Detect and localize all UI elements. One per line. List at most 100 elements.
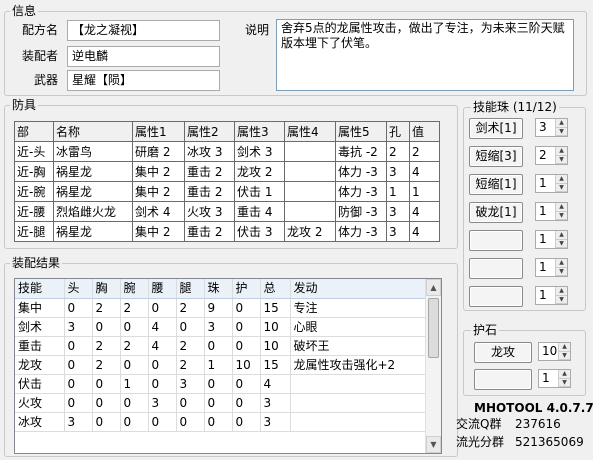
result-col-waist[interactable]: 腰: [148, 279, 177, 299]
table-row[interactable]: 近-胸 祸星龙 集中 2 重击 2 龙攻 2 体力 -3 3 4: [14, 161, 440, 182]
spin-down-icon[interactable]: ▼: [556, 183, 567, 192]
cell: 0: [232, 317, 261, 337]
spin-down-icon[interactable]: ▼: [556, 211, 567, 220]
spin-up-icon[interactable]: ▲: [559, 343, 570, 352]
armor-col-attr2[interactable]: 属性2: [184, 121, 235, 142]
spin-down-icon[interactable]: ▼: [556, 295, 567, 304]
talisman-count-stepper-2[interactable]: 1 ▲ ▼: [538, 369, 571, 388]
table-row[interactable]: 近-腕 祸星龙 集中 2 重击 2 伏击 1 体力 -3 1 1: [14, 181, 440, 202]
jewel-button-4[interactable]: 破龙[1]: [469, 202, 523, 223]
spin-up-icon[interactable]: ▲: [559, 370, 570, 379]
jewel-count-stepper-4[interactable]: 1 ▲ ▼: [535, 202, 568, 221]
description-textarea[interactable]: 舍弃5点的龙属性攻击，做出了专注，为未来三阶天赋版本埋下了伏笔。: [276, 19, 574, 91]
jewel-count-stepper-6[interactable]: 1 ▲ ▼: [535, 258, 568, 277]
jewel-count-stepper-3[interactable]: 1 ▲ ▼: [535, 174, 568, 193]
spin-up-icon[interactable]: ▲: [556, 287, 567, 296]
spin-up-icon[interactable]: ▲: [556, 147, 567, 156]
cell: 3: [260, 393, 291, 413]
spinner-arrows[interactable]: ▲ ▼: [555, 147, 567, 164]
armor-col-attr5[interactable]: 属性5: [335, 121, 387, 142]
list-item[interactable]: 重击 0 2 2 4 2 0 0 10 破坏王: [15, 336, 428, 356]
result-scrollbar[interactable]: ▲ ▼: [425, 279, 441, 453]
spin-down-icon[interactable]: ▼: [556, 239, 567, 248]
talisman-button-2[interactable]: [474, 369, 532, 390]
result-col-legs[interactable]: 腿: [176, 279, 205, 299]
spin-up-icon[interactable]: ▲: [556, 259, 567, 268]
spin-down-icon[interactable]: ▼: [559, 378, 570, 387]
jewel-button-3[interactable]: 短缩[1]: [469, 174, 523, 195]
result-col-jewel[interactable]: 珠: [204, 279, 233, 299]
result-col-head[interactable]: 头: [64, 279, 93, 299]
list-item[interactable]: 冰攻 3 0 0 0 0 0 0 3: [15, 412, 428, 432]
armor-col-slots[interactable]: 孔: [386, 121, 410, 142]
weapon-field[interactable]: 星耀【陨】: [67, 70, 220, 91]
list-item[interactable]: 龙攻 0 2 0 0 2 1 10 15 龙属性攻击强化+2: [15, 355, 428, 375]
cell: 0: [120, 412, 149, 432]
talisman-button-1[interactable]: 龙攻: [474, 342, 532, 363]
result-col-activation[interactable]: 发动: [290, 279, 428, 299]
cell: [284, 141, 336, 162]
spinner-arrows[interactable]: ▲ ▼: [555, 287, 567, 304]
result-col-chest[interactable]: 胸: [92, 279, 121, 299]
spinner-arrows[interactable]: ▲ ▼: [558, 370, 570, 387]
scroll-up-icon[interactable]: ▲: [426, 279, 441, 296]
list-item[interactable]: 伏击 0 0 1 0 3 0 0 4: [15, 374, 428, 394]
result-col-talisman[interactable]: 护: [232, 279, 261, 299]
cell: 0: [176, 412, 205, 432]
spinner-arrows[interactable]: ▲ ▼: [555, 175, 567, 192]
list-item[interactable]: 剑术 3 0 0 4 0 3 0 10 心眼: [15, 317, 428, 337]
result-col-skill[interactable]: 技能: [15, 279, 65, 299]
spin-up-icon[interactable]: ▲: [556, 119, 567, 128]
cell: 9: [204, 298, 233, 318]
jewel-button-2[interactable]: 短缩[3]: [469, 146, 523, 167]
result-col-total[interactable]: 总: [260, 279, 291, 299]
armor-col-attr1[interactable]: 属性1: [132, 121, 185, 142]
armor-col-attr4[interactable]: 属性4: [284, 121, 336, 142]
stepper-value: 1: [539, 260, 547, 274]
cell: 1: [386, 181, 410, 202]
cell: 集中: [15, 298, 65, 318]
cell: 2: [92, 355, 121, 375]
jewel-button-1[interactable]: 剑术[1]: [469, 118, 523, 139]
jewel-count-stepper-7[interactable]: 1 ▲ ▼: [535, 286, 568, 305]
jewel-count-stepper-5[interactable]: 1 ▲ ▼: [535, 230, 568, 249]
spin-up-icon[interactable]: ▲: [556, 175, 567, 184]
cell: 2: [120, 298, 149, 318]
jewel-button-6[interactable]: [469, 258, 523, 279]
spin-down-icon[interactable]: ▼: [556, 267, 567, 276]
jewel-count-stepper-2[interactable]: 2 ▲ ▼: [535, 146, 568, 165]
spinner-arrows[interactable]: ▲ ▼: [555, 259, 567, 276]
list-item[interactable]: 集中 0 2 2 0 2 9 0 15 专注: [15, 298, 428, 318]
list-item[interactable]: 火攻 0 0 0 3 0 0 0 3: [15, 393, 428, 413]
result-col-arms[interactable]: 腕: [120, 279, 149, 299]
result-list[interactable]: 技能 头 胸 腕 腰 腿 珠 护 总 发动 集中 0 2 2 0 2 9 0 15 专注 剑术 3 0…: [14, 278, 442, 454]
spin-down-icon[interactable]: ▼: [556, 127, 567, 136]
scroll-thumb[interactable]: [428, 298, 439, 358]
table-row[interactable]: 近-腿 祸星龙 集中 2 重击 2 伏击 3 龙攻 2 体力 -3 3 4: [14, 221, 440, 242]
cell: 集中 2: [132, 161, 185, 182]
cell: [290, 412, 428, 432]
spinner-arrows[interactable]: ▲ ▼: [555, 231, 567, 248]
jewel-button-5[interactable]: [469, 230, 523, 251]
spin-up-icon[interactable]: ▲: [556, 203, 567, 212]
spin-up-icon[interactable]: ▲: [556, 231, 567, 240]
equipper-field[interactable]: 逆电麟: [67, 46, 220, 67]
jewel-button-7[interactable]: [469, 286, 523, 307]
armor-col-part[interactable]: 部: [14, 121, 54, 142]
armor-col-value[interactable]: 值: [409, 121, 440, 142]
table-row[interactable]: 近-腰 烈焰雌火龙 剑术 4 火攻 3 重击 4 防御 -3 3 4: [14, 201, 440, 222]
recipe-name-field[interactable]: 【龙之凝视】: [67, 20, 220, 41]
spin-down-icon[interactable]: ▼: [559, 351, 570, 360]
jewel-count-stepper-1[interactable]: 3 ▲ ▼: [535, 118, 568, 137]
spinner-arrows[interactable]: ▲ ▼: [558, 343, 570, 360]
armor-col-attr3[interactable]: 属性3: [234, 121, 285, 142]
cell: 毒抗 -2: [335, 141, 387, 162]
talisman-count-stepper-1[interactable]: 10 ▲ ▼: [538, 342, 571, 361]
spinner-arrows[interactable]: ▲ ▼: [555, 203, 567, 220]
armor-col-name[interactable]: 名称: [53, 121, 133, 142]
scroll-down-icon[interactable]: ▼: [426, 436, 441, 453]
spinner-arrows[interactable]: ▲ ▼: [555, 119, 567, 136]
table-row[interactable]: 近-头 冰雷鸟 研磨 2 冰攻 3 剑术 3 毒抗 -2 2 2: [14, 141, 440, 162]
spin-down-icon[interactable]: ▼: [556, 155, 567, 164]
stepper-value: 1: [539, 232, 547, 246]
